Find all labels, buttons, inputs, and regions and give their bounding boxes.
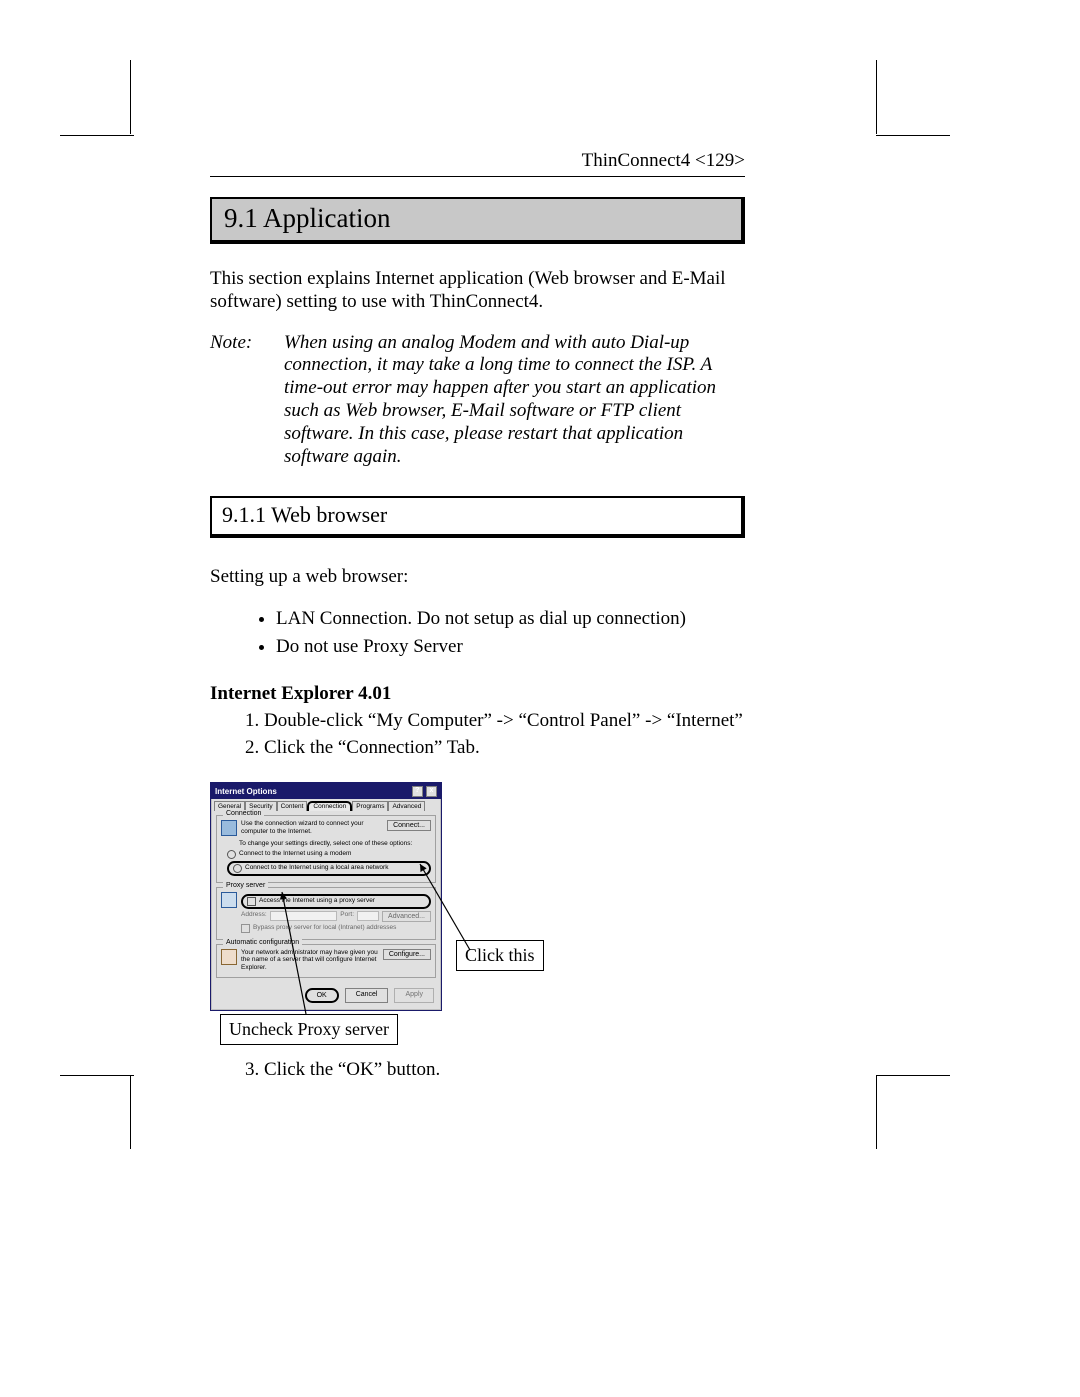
setup-intro: Setting up a web browser: — [210, 566, 745, 589]
note-body: When using an analog Modem and with auto… — [284, 332, 745, 469]
dialog-footer: OK Cancel Apply — [214, 982, 438, 1007]
port-input[interactable] — [357, 911, 379, 921]
configure-button[interactable]: Configure... — [383, 949, 431, 960]
crop-mark — [876, 1075, 877, 1149]
checkbox-label: Access the Internet using a proxy server — [259, 897, 375, 904]
crop-mark — [876, 60, 877, 134]
subsection-heading: 9.1.1 Web browser — [210, 496, 745, 538]
crop-mark — [876, 1075, 950, 1076]
dialog-body: General Security Content Connection Prog… — [211, 799, 441, 1010]
bullet-list: LAN Connection. Do not setup as dial up … — [276, 607, 745, 659]
radio-label: Connect to the Internet using a modem — [239, 850, 351, 857]
radio-lan[interactable]: Connect to the Internet using a local ar… — [227, 861, 431, 876]
list-item: Do not use Proxy Server — [276, 635, 745, 659]
list-item: Click the “Connection” Tab. — [264, 736, 745, 760]
page: ThinConnect4 <129> 9.1 Application This … — [0, 0, 1080, 1397]
tab-connection[interactable]: Connection — [307, 801, 352, 811]
address-input[interactable] — [270, 911, 338, 921]
group-label: Connection — [223, 810, 264, 817]
checkbox-label: Bypass proxy server for local (Intranet)… — [253, 924, 396, 931]
callout-click-this: Click this — [456, 940, 544, 971]
globe-icon — [221, 820, 237, 836]
ok-button[interactable]: OK — [305, 988, 339, 1003]
dialog-window: Internet Options ? x General Security Co… — [210, 782, 442, 1011]
close-icon[interactable]: x — [426, 786, 437, 797]
tab-advanced[interactable]: Advanced — [388, 801, 425, 811]
group-connection: Connection Use the connection wizard to … — [216, 815, 436, 882]
note-block: Note: When using an analog Modem and wit… — [210, 332, 745, 469]
intro-paragraph: This section explains Internet applicati… — [210, 268, 745, 314]
crop-mark — [60, 1075, 134, 1076]
advanced-button[interactable]: Advanced... — [382, 911, 431, 922]
list-item: LAN Connection. Do not setup as dial up … — [276, 607, 745, 631]
crop-mark — [130, 1075, 131, 1149]
radio-icon — [233, 864, 242, 873]
ie-heading: Internet Explorer 4.01 — [210, 683, 745, 705]
note-label: Note: — [210, 332, 266, 469]
callout-uncheck-proxy: Uncheck Proxy server — [220, 1014, 398, 1045]
list-item: Click the “OK” button. — [264, 1058, 745, 1082]
checkbox-proxy[interactable]: Access the Internet using a proxy server — [241, 894, 431, 909]
crop-mark — [876, 135, 950, 136]
port-label: Port: — [340, 911, 354, 922]
group-proxy: Proxy server Access the Internet using a… — [216, 887, 436, 940]
connection-desc: Use the connection wizard to connect you… — [241, 820, 383, 835]
checkbox-icon — [241, 924, 250, 933]
embedded-screenshot: Internet Options ? x General Security Co… — [210, 782, 730, 1052]
group-autoconfig: Automatic configuration Your network adm… — [216, 944, 436, 978]
content-column: ThinConnect4 <129> 9.1 Application This … — [210, 150, 745, 1090]
running-header: ThinConnect4 <129> — [210, 150, 745, 177]
section-heading: 9.1 Application — [210, 197, 745, 244]
connect-button[interactable]: Connect... — [387, 820, 431, 831]
tab-programs[interactable]: Programs — [352, 801, 388, 811]
numbered-list: Double-click “My Computer” -> “Control P… — [242, 709, 745, 761]
tab-content[interactable]: Content — [277, 801, 308, 811]
address-label: Address: — [241, 911, 267, 922]
list-item: Double-click “My Computer” -> “Control P… — [264, 709, 745, 733]
group-label: Proxy server — [223, 882, 268, 889]
radio-modem[interactable]: Connect to the Internet using a modem — [227, 850, 431, 859]
server-icon — [221, 949, 237, 965]
crop-mark — [130, 60, 131, 134]
radio-icon — [227, 850, 236, 859]
dialog-title-text: Internet Options — [215, 787, 277, 796]
checkbox-icon — [247, 897, 256, 906]
numbered-list-continued: Click the “OK” button. — [242, 1058, 745, 1082]
checkbox-bypass[interactable]: Bypass proxy server for local (Intranet)… — [241, 924, 431, 933]
autoconf-desc: Your network administrator may have give… — [241, 949, 379, 971]
help-icon[interactable]: ? — [412, 786, 423, 797]
crop-mark — [60, 135, 134, 136]
dialog-titlebar: Internet Options ? x — [211, 783, 441, 799]
group-label: Automatic configuration — [223, 939, 302, 946]
proxy-icon — [221, 892, 237, 908]
radio-label: Connect to the Internet using a local ar… — [245, 864, 388, 871]
options-intro: To change your settings directly, select… — [239, 840, 431, 847]
cancel-button[interactable]: Cancel — [345, 988, 389, 1003]
apply-button[interactable]: Apply — [394, 988, 434, 1003]
window-controls: ? x — [411, 785, 437, 797]
